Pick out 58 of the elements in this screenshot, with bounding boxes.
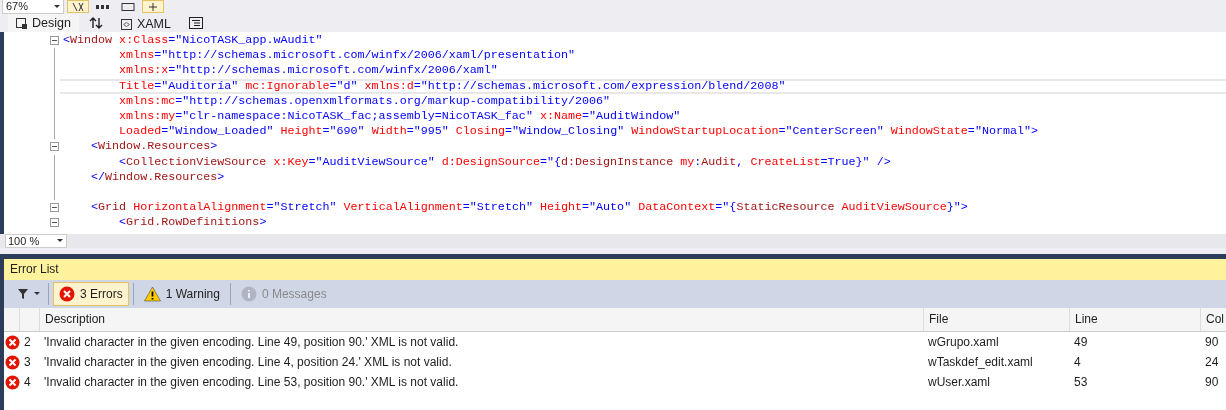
caret-icon xyxy=(54,5,60,9)
table-cell: 2 xyxy=(24,335,31,349)
code-line: <Grid HorizontalAlignment="Stretch" VerticalAlignment="Stretch" Height="Auto" DataContext="{StaticResource AuditViewSource}"> xyxy=(90,201,968,215)
collapse-toggle-icon[interactable] xyxy=(49,218,59,228)
table-cell: 49 xyxy=(1074,335,1088,349)
column-header[interactable]: Line xyxy=(1070,308,1201,331)
function-icon xyxy=(71,2,85,11)
code-line: xmlns:x="http://schemas.microsoft.com/winfx/2006/xaml" xyxy=(118,64,498,78)
zoom-dropdown[interactable]: 100 % xyxy=(5,234,67,248)
table-cell: wUser.xaml xyxy=(928,375,990,389)
column-header[interactable]: Description xyxy=(40,308,924,331)
caret-icon xyxy=(57,239,63,243)
table-cell: 53 xyxy=(1074,375,1088,389)
table-cell: 4 xyxy=(24,375,31,389)
column-header[interactable]: Col xyxy=(1201,308,1226,331)
code-line: <Grid.RowDefinitions> xyxy=(118,216,267,230)
panel-title: Error List xyxy=(4,259,1226,280)
code-line: xmlns:my="clr-namespace:NicoTASK_fac;assembly=NicoTASK_fac" x:Name="AuditWindow" xyxy=(118,110,681,124)
table-cell: 24 xyxy=(1205,355,1219,369)
code-line: </Window.Resources> xyxy=(90,170,225,184)
table-cell: wTaskdef_edit.xaml xyxy=(928,355,1033,369)
warning-icon xyxy=(143,286,161,302)
table-cell: 'Invalid character in the given encoding. Line 49, position 90.' XML is not valid. xyxy=(44,335,459,349)
table-cell: 'Invalid character in the given encoding. Line 53, position 90.' XML is not valid. xyxy=(44,375,459,389)
grid-icon xyxy=(96,2,110,11)
column-header[interactable]: File xyxy=(924,308,1070,331)
code-line: <Window x:Class="NicoTASK_app.wAudit" xyxy=(63,34,323,48)
table-cell: 90 xyxy=(1205,375,1219,389)
filter-icon xyxy=(18,289,28,299)
collapse-toggle-icon[interactable] xyxy=(49,36,59,46)
collapse-toggle-icon[interactable] xyxy=(49,203,59,213)
zoom-dropdown[interactable]: 67% xyxy=(2,0,64,14)
collapse-toggle-icon[interactable] xyxy=(49,142,59,152)
table-cell: wGrupo.xaml xyxy=(928,335,999,349)
caret-icon xyxy=(34,292,40,296)
error-icon xyxy=(59,286,75,302)
code-line: Loaded="Window_Loaded" Height="690" Width="995" Closing="Window_Closing" WindowStartupLocation="CenterScreen" WindowState="Normal"> xyxy=(118,125,1038,139)
table-cell: 3 xyxy=(24,355,31,369)
code-line: xmlns="http://schemas.microsoft.com/winfx/2006/xaml/presentation" xyxy=(118,49,575,63)
errors-filter[interactable]: 3 Errors xyxy=(53,282,129,306)
xaml-tab[interactable]: XAML xyxy=(112,16,179,32)
design-tab[interactable]: Design xyxy=(8,14,79,32)
code-line: xmlns:mc="http://schemas.openxmlformats.org/markup-compatibility/2006" xyxy=(118,94,611,108)
table-cell: 90 xyxy=(1205,335,1219,349)
design-icon xyxy=(16,17,27,29)
document-outline-icon[interactable] xyxy=(188,17,203,29)
warnings-filter[interactable]: 1 Warning xyxy=(137,282,226,306)
formula-button[interactable] xyxy=(67,0,89,13)
code-line: <Window.Resources> xyxy=(90,140,218,154)
swap-panes-icon[interactable] xyxy=(88,17,103,29)
code-line: Title="Auditoría" mc:Ignorable="d" xmlns:d="http://schemas.microsoft.com/expression/blend/2008" xyxy=(118,79,786,93)
code-icon xyxy=(120,18,132,30)
crosshair-icon xyxy=(148,2,158,11)
table-cell: 'Invalid character in the given encoding. Line 4, position 24.' XML is not valid. xyxy=(44,355,452,369)
rectangle-icon xyxy=(121,2,135,11)
table-cell: 4 xyxy=(1074,355,1081,369)
info-icon xyxy=(240,286,257,302)
code-line: <CollectionViewSource x:Key="AuditViewSource" d:DesignSource="{d:DesignInstance my:Audit, CreateList=True}" /> xyxy=(118,155,891,169)
